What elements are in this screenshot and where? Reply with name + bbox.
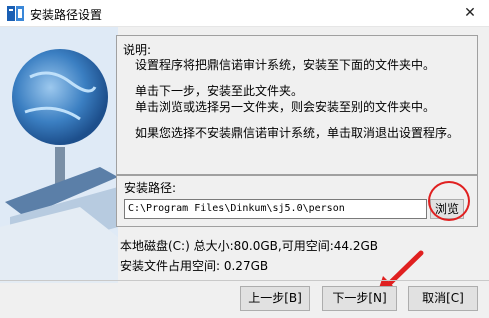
description-line: 如果您选择不安装鼎信诺审计系统，单击取消退出设置程序。 [135, 126, 460, 140]
next-button[interactable]: 下一步[N] [322, 286, 397, 311]
cancel-button[interactable]: 取消[C] [408, 286, 478, 311]
title-bar: 安装路径设置 ✕ [0, 0, 489, 27]
install-path-panel: 安装路径: C:\Program Files\Dinkum\sj5.0\pers… [116, 175, 478, 227]
description-line: 单击下一步，安装至此文件夹。 [135, 84, 304, 98]
setup-illustration [0, 27, 118, 283]
app-icon [7, 6, 24, 21]
description-line: 单击浏览或选择另一文件夹，则会安装至别的文件夹中。 [135, 100, 436, 114]
close-button[interactable]: ✕ [459, 3, 481, 23]
description-panel: 说明: 设置程序将把鼎信诺审计系统，安装至下面的文件夹中。 单击下一步，安装至此… [116, 35, 478, 175]
install-path-label: 安装路径: [124, 181, 177, 195]
button-divider [0, 280, 489, 281]
browse-button[interactable]: 浏览 [430, 199, 464, 219]
install-path-input[interactable]: C:\Program Files\Dinkum\sj5.0\person [124, 199, 427, 219]
required-space-info: 安装文件占用空间: 0.27GB [120, 259, 269, 273]
description-line: 设置程序将把鼎信诺审计系统，安装至下面的文件夹中。 [135, 58, 436, 72]
globe-image [0, 27, 118, 283]
disk-info: 本地磁盘(C:) 总大小:80.0GB,可用空间:44.2GB [120, 239, 379, 253]
dialog-body: 说明: 设置程序将把鼎信诺审计系统，安装至下面的文件夹中。 单击下一步，安装至此… [0, 27, 489, 318]
back-button[interactable]: 上一步[B] [240, 286, 310, 311]
window-title: 安装路径设置 [30, 8, 103, 22]
